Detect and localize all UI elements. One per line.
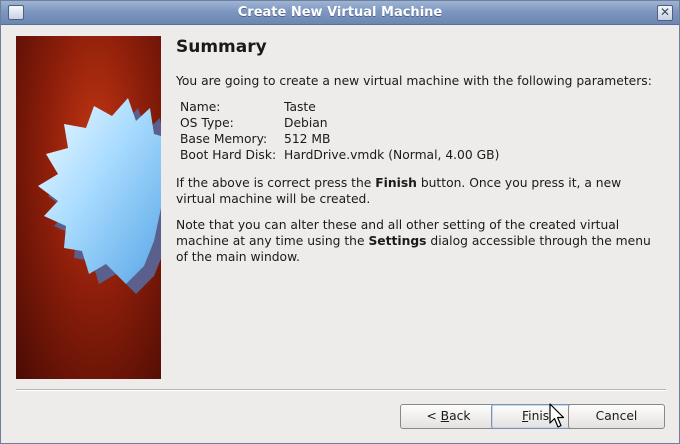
parameters-list: Name: Taste OS Type: Debian Base Memory:… bbox=[180, 99, 656, 163]
param-value: 512 MB bbox=[284, 132, 331, 146]
param-value: Taste bbox=[284, 100, 316, 114]
close-icon: ✕ bbox=[659, 5, 671, 19]
dialog-window: Create New Virtual Machine ✕ Summary You… bbox=[0, 0, 680, 444]
cancel-button[interactable]: Cancel bbox=[568, 404, 665, 429]
note-text-bold: Settings bbox=[368, 234, 427, 248]
param-value: Debian bbox=[284, 116, 328, 130]
mouse-pointer-icon bbox=[549, 403, 565, 428]
param-row-os-type: OS Type: Debian bbox=[180, 115, 656, 131]
starburst-graphic bbox=[38, 98, 161, 294]
param-row-base-memory: Base Memory: 512 MB bbox=[180, 131, 656, 147]
close-button[interactable]: ✕ bbox=[657, 5, 673, 21]
back-button-rest: ack bbox=[449, 409, 471, 423]
back-button-mnemonic: B bbox=[440, 409, 450, 423]
back-button[interactable]: < Back bbox=[400, 404, 497, 429]
param-row-boot-hard-disk: Boot Hard Disk: HardDrive.vmdk (Normal, … bbox=[180, 147, 656, 163]
intro-text: You are going to create a new virtual ma… bbox=[176, 74, 652, 88]
confirm-text: If the above is correct press the Finish… bbox=[176, 175, 656, 207]
param-key: Name: bbox=[180, 100, 221, 114]
title-bar[interactable]: Create New Virtual Machine ✕ bbox=[1, 1, 679, 25]
param-key: OS Type: bbox=[180, 116, 234, 130]
confirm-text-bold: Finish bbox=[375, 176, 417, 190]
summary-content: Summary You are going to create a new vi… bbox=[176, 37, 656, 275]
window-title: Create New Virtual Machine bbox=[237, 5, 443, 20]
param-value: HardDrive.vmdk (Normal, 4.00 GB) bbox=[284, 148, 500, 162]
param-row-name: Name: Taste bbox=[180, 99, 656, 115]
confirm-text-pre: If the above is correct press the bbox=[176, 176, 376, 190]
page-title: Summary bbox=[176, 37, 267, 57]
param-key: Boot Hard Disk: bbox=[180, 148, 277, 162]
back-button-prefix: < bbox=[426, 409, 441, 423]
note-text: Note that you can alter these and all ot… bbox=[176, 217, 656, 265]
param-key: Base Memory: bbox=[180, 132, 268, 146]
button-separator bbox=[16, 389, 666, 391]
wizard-banner-image bbox=[16, 36, 161, 379]
